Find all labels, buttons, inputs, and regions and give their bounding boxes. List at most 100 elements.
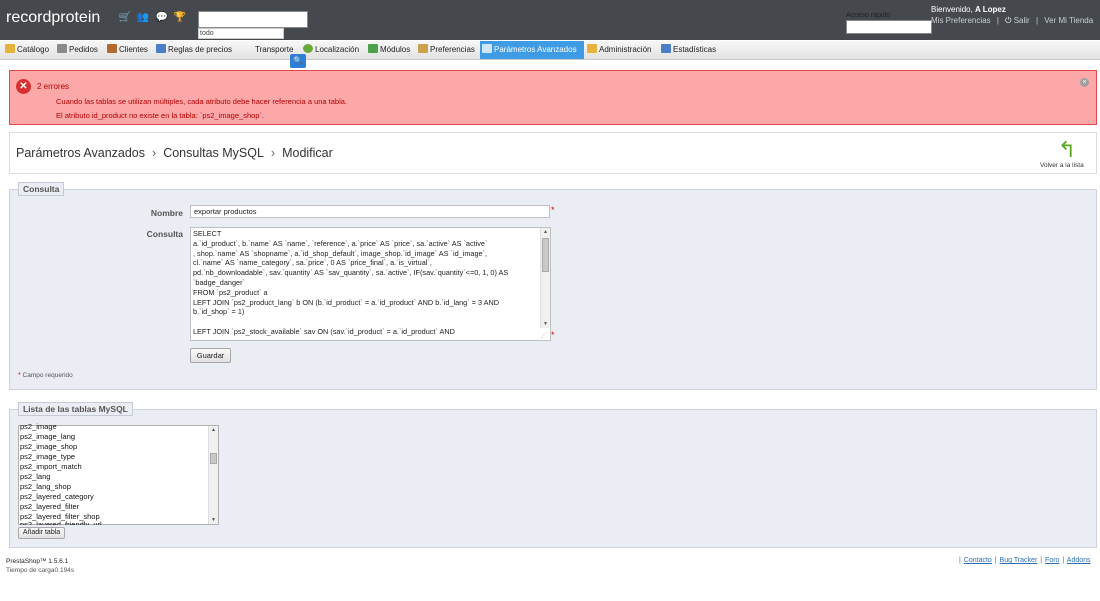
logout-link[interactable]: Salir <box>1014 16 1030 25</box>
welcome-prefix: Bienvenido, <box>931 5 976 14</box>
scroll-thumb[interactable] <box>542 238 549 272</box>
error-message: El atributo id_product no existe en la t… <box>56 111 265 120</box>
list-item[interactable]: ps2_image_type <box>20 452 75 462</box>
list-item[interactable]: ps2_layered_friendly_url <box>20 520 102 525</box>
query-text: SELECT a.`id_product`, b.`name` AS `name… <box>193 229 509 336</box>
save-button[interactable]: Guardar <box>190 348 231 363</box>
tab-localization[interactable]: Localización <box>301 41 365 59</box>
breadcrumb-item: Modificar <box>282 146 333 160</box>
contact-link[interactable]: Contacto <box>964 557 992 564</box>
close-icon[interactable]: × <box>1080 78 1089 87</box>
tab-statistics[interactable]: Estadísticas <box>659 41 723 59</box>
tab-label: Pedidos <box>69 45 98 54</box>
required-note-text: Campo requerido <box>22 372 73 379</box>
breadcrumb-separator: › <box>270 146 276 160</box>
required-mark: * <box>551 330 555 340</box>
tab-customers[interactable]: Clientes <box>105 41 155 59</box>
query-form-legend: Consulta <box>18 182 65 196</box>
tab-label: Transporte <box>255 45 294 54</box>
tab-orders[interactable]: Pedidos <box>55 41 105 59</box>
tables-scrollbar[interactable]: ▲ ▼ <box>208 426 218 524</box>
price-rules-icon <box>156 44 166 53</box>
administration-icon <box>587 44 597 53</box>
error-message: Cuando las tablas se utilizan múltiples,… <box>56 97 348 106</box>
list-item[interactable]: ps2_image_shop <box>20 442 77 452</box>
addons-link[interactable]: Addons <box>1067 557 1091 564</box>
scroll-down-icon[interactable]: ▼ <box>209 516 218 524</box>
query-scrollbar[interactable]: ▲ ▼ <box>540 228 550 328</box>
resize-handle-icon[interactable]: ⋰ <box>541 332 547 339</box>
back-arrow-icon[interactable]: ↰ <box>1057 139 1077 161</box>
tab-label: Administración <box>599 45 652 54</box>
tab-label: Módulos <box>380 45 411 54</box>
tab-label: Estadísticas <box>673 45 717 54</box>
welcome-text: Bienvenido, A Lopez <box>931 5 1006 14</box>
tab-administration[interactable]: Administración <box>585 41 659 59</box>
list-item[interactable]: ps2_lang_shop <box>20 482 71 492</box>
tab-label: Catálogo <box>17 45 50 54</box>
my-preferences-link[interactable]: Mis Preferencias <box>931 16 991 25</box>
localization-icon <box>303 44 313 53</box>
stats-icon <box>661 44 671 53</box>
query-label: Consulta <box>146 229 183 239</box>
magnifier-icon: 🔍 <box>293 56 303 65</box>
shop-logo[interactable]: recordprotein <box>6 9 100 27</box>
forum-link[interactable]: Foro <box>1045 557 1059 564</box>
tab-label: Parámetros Avanzados <box>494 45 577 54</box>
add-table-button[interactable]: Añadir tabla <box>18 527 65 539</box>
tab-advanced-parameters[interactable]: Parámetros Avanzados <box>480 41 584 59</box>
messages-icon[interactable]: 💬 <box>155 12 169 24</box>
preferences-icon <box>418 44 428 53</box>
tab-label: Preferencias <box>430 45 475 54</box>
tab-modules[interactable]: Módulos <box>366 41 416 59</box>
error-icon: ✕ <box>16 79 31 94</box>
bug-tracker-link[interactable]: Bug Tracker <box>1000 557 1038 564</box>
list-item[interactable]: ps2_image_lang <box>20 432 75 442</box>
search-button[interactable]: 🔍 <box>290 54 306 68</box>
quick-access-label: Acceso rápido <box>846 12 891 19</box>
catalog-icon <box>5 44 15 53</box>
breadcrumb-item: Consultas MySQL <box>163 146 264 160</box>
logout-icon[interactable]: ⏻ <box>1005 16 1011 25</box>
breadcrumb-separator: › <box>152 146 157 160</box>
search-scope-select[interactable]: todo <box>198 28 284 39</box>
tab-label: Reglas de precios <box>168 45 233 54</box>
user-links: Mis Preferencias | ⏻ Salir | Ver Mi Tien… <box>931 16 1094 25</box>
list-item[interactable]: ps2_import_match <box>20 462 82 472</box>
required-note: * Campo requerido <box>18 372 73 379</box>
customers-icon[interactable]: 👥 <box>136 12 150 24</box>
tab-price-rules[interactable]: Reglas de precios <box>154 41 238 59</box>
trophy-icon[interactable]: 🏆 <box>173 12 187 24</box>
required-mark: * <box>18 372 21 379</box>
footer-links: | Contacto | Bug Tracker | Foro | Addons <box>959 557 1091 564</box>
list-item[interactable]: ps2_image <box>20 422 57 432</box>
required-mark: * <box>551 205 555 215</box>
error-count: 2 errores <box>37 82 70 91</box>
scroll-thumb[interactable] <box>210 453 217 464</box>
name-field[interactable]: exportar productos <box>190 205 550 218</box>
search-input[interactable] <box>198 11 308 28</box>
modules-icon <box>368 44 378 53</box>
scroll-down-icon[interactable]: ▼ <box>541 320 550 328</box>
scroll-up-icon[interactable]: ▲ <box>209 426 218 434</box>
list-item[interactable]: ps2_lang <box>20 472 50 482</box>
advanced-params-icon <box>482 44 492 53</box>
tab-label: Clientes <box>119 45 148 54</box>
cart-icon[interactable]: 🛒 <box>118 12 132 24</box>
tables-legend: Lista de las tablas MySQL <box>18 402 133 416</box>
list-item[interactable]: ps2_layered_filter <box>20 502 79 512</box>
quick-access-select[interactable] <box>846 20 932 34</box>
orders-icon <box>57 44 67 53</box>
footer-version: PrestaShop™ 1.5.6.1 <box>6 558 69 565</box>
tab-preferences[interactable]: Preferencias <box>416 41 480 59</box>
back-to-list-link[interactable]: Volver a la lista <box>1040 162 1084 169</box>
view-shop-link[interactable]: Ver Mi Tienda <box>1044 16 1093 25</box>
welcome-user: A Lopez <box>975 5 1006 14</box>
name-label: Nombre <box>150 208 183 218</box>
customers-icon <box>107 44 117 53</box>
breadcrumb-item: Parámetros Avanzados <box>16 146 146 160</box>
breadcrumb: Parámetros Avanzados › Consultas MySQL › Mod… <box>16 146 333 160</box>
scroll-up-icon[interactable]: ▲ <box>541 228 550 236</box>
list-item[interactable]: ps2_layered_category <box>20 492 94 502</box>
tab-label: Localización <box>315 45 360 54</box>
